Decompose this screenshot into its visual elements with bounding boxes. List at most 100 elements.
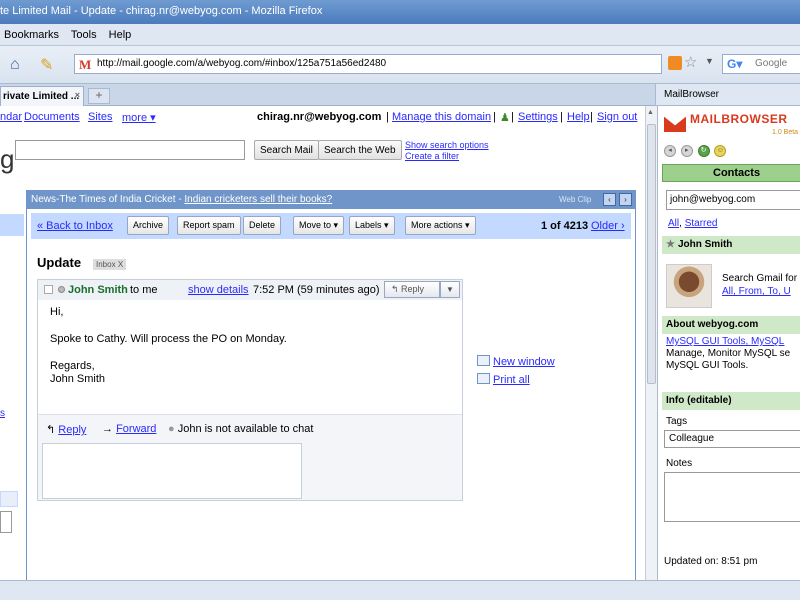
show-details-link[interactable]: show details — [188, 284, 249, 296]
nav-sites[interactable]: Sites — [88, 111, 112, 123]
left-nav-box[interactable] — [0, 491, 18, 507]
reply-button[interactable]: ↰ Reply — [384, 281, 440, 298]
nav-more[interactable]: more ▾ — [122, 111, 156, 124]
content-scrollbar[interactable]: ▲ — [645, 106, 657, 580]
filter-starred-link[interactable]: Starred — [685, 218, 718, 229]
message-subject: Update — [37, 255, 82, 270]
footer-forward-link[interactable]: → Forward — [102, 423, 156, 435]
mailbrowser-logo: MAILBROWSER 1.0 Beta — [664, 108, 800, 138]
scroll-thumb[interactable] — [647, 124, 656, 384]
menu-bookmarks[interactable]: Bookmarks — [4, 29, 59, 41]
menu-bar: Bookmarks Tools Help — [0, 24, 800, 46]
contact-email-input[interactable]: john@webyog.com — [666, 190, 800, 210]
nav-calendar[interactable]: ndar — [0, 111, 22, 123]
filter-all-link[interactable]: All — [668, 218, 679, 229]
new-tab-icon[interactable]: + — [88, 88, 110, 104]
status-bar — [0, 580, 800, 600]
message-footer: ↰ Reply → Forward ● John is not availabl… — [38, 414, 462, 500]
star-icon[interactable]: ★ — [666, 239, 675, 250]
manage-domain-link[interactable]: Manage this domain — [392, 111, 491, 123]
menu-tools[interactable]: Tools — [71, 29, 97, 41]
nav-documents[interactable]: Documents — [24, 111, 80, 123]
web-clip-prev-button[interactable]: ‹ — [603, 193, 616, 206]
tab-close-icon[interactable]: × — [75, 90, 80, 100]
home-icon[interactable]: ⌂ — [10, 57, 28, 73]
mailbrowser-brand: MAILBROWSER — [690, 112, 788, 126]
broom-icon[interactable]: ✎ — [40, 55, 58, 75]
reply-arrow-icon: ↰ — [46, 424, 59, 436]
help-link[interactable]: Help — [567, 111, 590, 123]
recipient-text: to me — [130, 284, 158, 296]
web-clip-headline[interactable]: Indian cricketers sell their books? — [184, 194, 332, 205]
search-web-button[interactable]: Search the Web — [318, 140, 402, 160]
mailbrowser-sidebar: MAILBROWSER 1.0 Beta ◂ ▸ ↻ ☺ Contacts jo… — [657, 106, 800, 580]
printer-icon — [477, 373, 490, 384]
footer-reply-link[interactable]: ↰ Reply — [46, 423, 86, 436]
body-line: Regards, — [50, 360, 95, 372]
older-link[interactable]: Older › — [591, 220, 625, 232]
new-window-icon — [477, 355, 490, 366]
inbox-nav-highlight[interactable] — [0, 214, 24, 236]
web-clip-label: Web Clip — [559, 195, 592, 204]
gmail-favicon-icon: M — [79, 57, 92, 72]
report-spam-button[interactable]: Report spam — [177, 216, 241, 235]
inbox-label-tag[interactable]: Inbox X — [93, 259, 127, 270]
smile-icon[interactable]: ☺ — [714, 145, 727, 157]
bookmark-star-icon[interactable]: ☆ — [684, 53, 697, 71]
archive-button[interactable]: Archive — [127, 216, 170, 235]
body-line: John Smith — [50, 373, 106, 385]
new-window-link[interactable]: New window — [477, 353, 555, 371]
remove-label-icon[interactable]: X — [118, 260, 123, 269]
left-nav-input[interactable] — [0, 511, 12, 533]
search-options: Show search options Create a filter — [405, 140, 489, 162]
forward-arrow-icon: → — [102, 423, 117, 435]
show-search-options-link[interactable]: Show search options — [405, 140, 489, 151]
web-clip-bar: News-The Times of India Cricket - Indian… — [27, 191, 635, 209]
forward-icon[interactable]: ▸ — [680, 145, 693, 157]
contacts-tab[interactable]: Contacts — [662, 164, 800, 182]
search-scope-links[interactable]: All, From, To, U — [722, 285, 797, 298]
user-email: chirag.nr@webyog.com — [257, 111, 382, 123]
labels-button[interactable]: Labels ▾ — [349, 216, 395, 235]
chat-status: ● John is not available to chat — [168, 423, 314, 435]
window-title-bar: te Limited Mail - Update - chirag.nr@web… — [0, 0, 800, 24]
back-to-inbox-link[interactable]: « Back to Inbox — [37, 220, 113, 232]
gmail-content: ndar Documents Sites more ▾ chirag.nr@we… — [0, 106, 645, 580]
more-actions-button[interactable]: More actions ▾ — [405, 216, 476, 235]
settings-link[interactable]: Settings — [518, 111, 558, 123]
left-nav-link[interactable]: s — [0, 408, 5, 419]
tags-input[interactable]: Colleague — [664, 430, 800, 448]
sidebar-title: MailBrowser — [664, 89, 720, 100]
message-body: Hi, Spoke to Cathy. Will process the PO … — [50, 306, 450, 386]
back-icon[interactable]: ◂ — [664, 145, 676, 157]
address-bar[interactable]: M http://mail.google.com/a/webyog.com/#i… — [74, 54, 662, 74]
reply-dropdown-icon[interactable]: ▼ — [440, 281, 460, 298]
url-text: http://mail.google.com/a/webyog.com/#inb… — [97, 58, 387, 69]
create-filter-link[interactable]: Create a filter — [405, 151, 489, 162]
mail-search-input[interactable] — [15, 140, 245, 160]
web-clip-source: News-The Times of India Cricket - — [31, 194, 185, 205]
web-clip-next-button[interactable]: › — [619, 193, 632, 206]
search-mail-button[interactable]: Search Mail — [254, 140, 319, 160]
refresh-icon[interactable]: ↻ — [697, 145, 710, 157]
delete-button[interactable]: Delete — [243, 216, 282, 235]
menu-help[interactable]: Help — [109, 29, 132, 41]
move-to-button[interactable]: Move to ▾ — [293, 216, 345, 235]
notes-textarea[interactable] — [664, 472, 800, 522]
print-all-link[interactable]: Print all — [477, 371, 555, 389]
quick-reply-box[interactable] — [42, 443, 302, 499]
sender-name[interactable]: John Smith — [68, 284, 128, 296]
rss-icon[interactable] — [668, 56, 682, 70]
message-header: John Smith to me show details 7:52 PM (5… — [38, 280, 462, 300]
message-checkbox[interactable] — [44, 285, 53, 294]
tab-gmail[interactable]: rivate Limited ... × — [0, 86, 84, 106]
info-header: Info (editable) — [662, 392, 800, 410]
nav-separator: | — [493, 111, 496, 123]
sidebar-header: MailBrowser — [655, 84, 800, 106]
gmail-logo: g — [0, 144, 15, 174]
web-search-input[interactable]: G▾ Google — [722, 54, 800, 74]
sign-out-link[interactable]: Sign out — [597, 111, 637, 123]
scroll-up-icon[interactable]: ▲ — [647, 109, 654, 116]
window-title: te Limited Mail - Update - chirag.nr@web… — [0, 5, 323, 17]
url-dropdown-icon[interactable]: ▼ — [705, 56, 714, 66]
